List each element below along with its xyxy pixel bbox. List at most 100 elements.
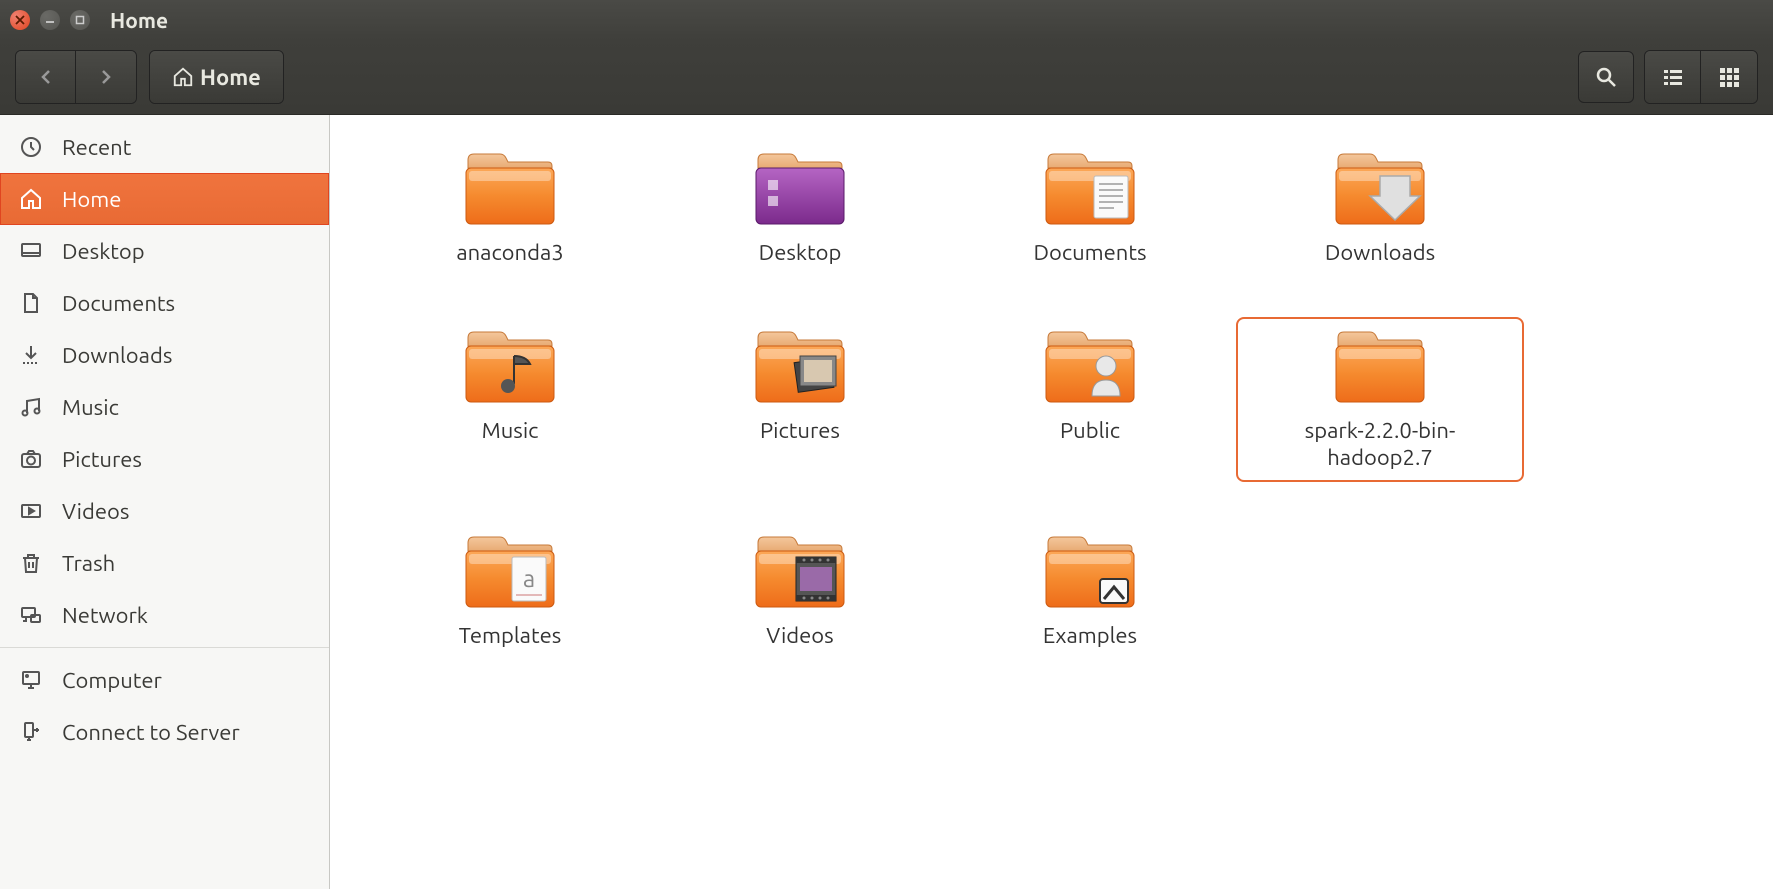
folder-label: Desktop	[759, 239, 842, 267]
folder-label: Examples	[1043, 622, 1137, 650]
folder-icon: a	[462, 533, 558, 611]
folder-item[interactable]: Pictures	[660, 321, 940, 478]
folder-icon-box	[750, 149, 850, 229]
download-icon	[18, 342, 44, 368]
toolbar: Home	[0, 40, 1773, 115]
folder-label: Pictures	[760, 417, 840, 445]
folder-icon-box	[1040, 327, 1140, 407]
view-grid-button[interactable]	[1701, 51, 1757, 103]
sidebar-item-home[interactable]: Home	[0, 173, 329, 225]
folder-icon-box	[750, 532, 850, 612]
desktop-icon	[18, 238, 44, 264]
maximize-icon	[75, 15, 85, 25]
sidebar-item-network[interactable]: Network	[0, 589, 329, 641]
folder-icon-box	[1330, 149, 1430, 229]
sidebar-item-trash[interactable]: Trash	[0, 537, 329, 589]
view-list-button[interactable]	[1645, 51, 1701, 103]
folder-icon	[1042, 533, 1138, 611]
folder-item[interactable]: Public	[950, 321, 1230, 478]
folder-item[interactable]: a Templates	[370, 526, 650, 656]
nav-buttons	[15, 50, 137, 104]
sidebar-item-label: Recent	[62, 135, 131, 160]
trash-icon	[18, 550, 44, 576]
sidebar-item-computer[interactable]: Computer	[0, 654, 329, 706]
nav-forward-button[interactable]	[76, 51, 136, 103]
breadcrumb: Home	[149, 50, 284, 104]
folder-icon-box	[1040, 149, 1140, 229]
folder-item[interactable]: Downloads	[1240, 143, 1520, 273]
folder-label: anaconda3	[456, 239, 563, 267]
folder-item[interactable]: Desktop	[660, 143, 940, 273]
folder-icon-box	[1330, 327, 1430, 407]
grid-view-icon	[1718, 66, 1740, 88]
document-icon	[18, 290, 44, 316]
folder-icon-box	[460, 149, 560, 229]
folder-icon	[462, 150, 558, 228]
sidebar-divider	[0, 647, 329, 648]
window-maximize-button[interactable]	[70, 10, 90, 30]
folder-item[interactable]: Documents	[950, 143, 1230, 273]
folder-label: Downloads	[1325, 239, 1435, 267]
sidebar-item-label: Computer	[62, 668, 162, 693]
sidebar-item-label: Desktop	[62, 239, 145, 264]
desktop-folder-icon	[752, 150, 848, 228]
server-icon	[18, 719, 44, 745]
clock-icon	[18, 134, 44, 160]
folder-icon-box	[1040, 532, 1140, 612]
minimize-icon	[45, 15, 55, 25]
sidebar-item-label: Music	[62, 395, 119, 420]
sidebar-item-label: Trash	[62, 551, 115, 576]
titlebar: Home	[0, 0, 1773, 40]
window-title: Home	[110, 8, 168, 32]
computer-icon	[18, 667, 44, 693]
sidebar-item-recent[interactable]: Recent	[0, 121, 329, 173]
chevron-left-icon	[37, 68, 55, 86]
folder-icon	[462, 328, 558, 406]
music-icon	[18, 394, 44, 420]
sidebar: Recent Home Desktop Documents Downloads Music…	[0, 115, 330, 889]
window-minimize-button[interactable]	[40, 10, 60, 30]
sidebar-item-videos[interactable]: Videos	[0, 485, 329, 537]
sidebar-item-connect[interactable]: Connect to Server	[0, 706, 329, 758]
folder-label: Templates	[459, 622, 562, 650]
folder-label: Documents	[1033, 239, 1146, 267]
sidebar-item-music[interactable]: Music	[0, 381, 329, 433]
breadcrumb-home-button[interactable]: Home	[150, 51, 283, 103]
folder-icon	[1042, 328, 1138, 406]
folder-icon	[752, 533, 848, 611]
main-content: anaconda3 Desktop Documents Downloads Mu…	[330, 115, 1773, 889]
close-icon	[15, 15, 25, 25]
list-view-icon	[1662, 66, 1684, 88]
home-icon	[172, 66, 194, 88]
folder-icon	[752, 328, 848, 406]
search-button[interactable]	[1578, 51, 1634, 103]
network-icon	[18, 602, 44, 628]
home-icon	[18, 186, 44, 212]
nav-back-button[interactable]	[16, 51, 76, 103]
sidebar-item-desktop[interactable]: Desktop	[0, 225, 329, 277]
folder-item[interactable]: Examples	[950, 526, 1230, 656]
sidebar-item-label: Videos	[62, 499, 129, 524]
folder-icon	[1332, 328, 1428, 406]
breadcrumb-label: Home	[200, 65, 261, 90]
folder-item[interactable]: anaconda3	[370, 143, 650, 273]
folder-label: Videos	[766, 622, 833, 650]
sidebar-item-label: Connect to Server	[62, 720, 240, 745]
sidebar-item-label: Documents	[62, 291, 175, 316]
video-icon	[18, 498, 44, 524]
view-toggle	[1644, 50, 1758, 104]
sidebar-item-documents[interactable]: Documents	[0, 277, 329, 329]
folder-item[interactable]: spark-2.2.0-bin-hadoop2.7	[1240, 321, 1520, 478]
sidebar-item-label: Downloads	[62, 343, 172, 368]
svg-text:a: a	[523, 565, 535, 592]
folder-icon	[1332, 150, 1428, 228]
sidebar-item-label: Home	[62, 187, 121, 212]
folder-icon-box	[750, 327, 850, 407]
sidebar-item-downloads[interactable]: Downloads	[0, 329, 329, 381]
sidebar-item-pictures[interactable]: Pictures	[0, 433, 329, 485]
folder-item[interactable]: Videos	[660, 526, 940, 656]
folder-icon-box: a	[460, 532, 560, 612]
folder-label: Public	[1060, 417, 1120, 445]
window-close-button[interactable]	[10, 10, 30, 30]
folder-item[interactable]: Music	[370, 321, 650, 478]
